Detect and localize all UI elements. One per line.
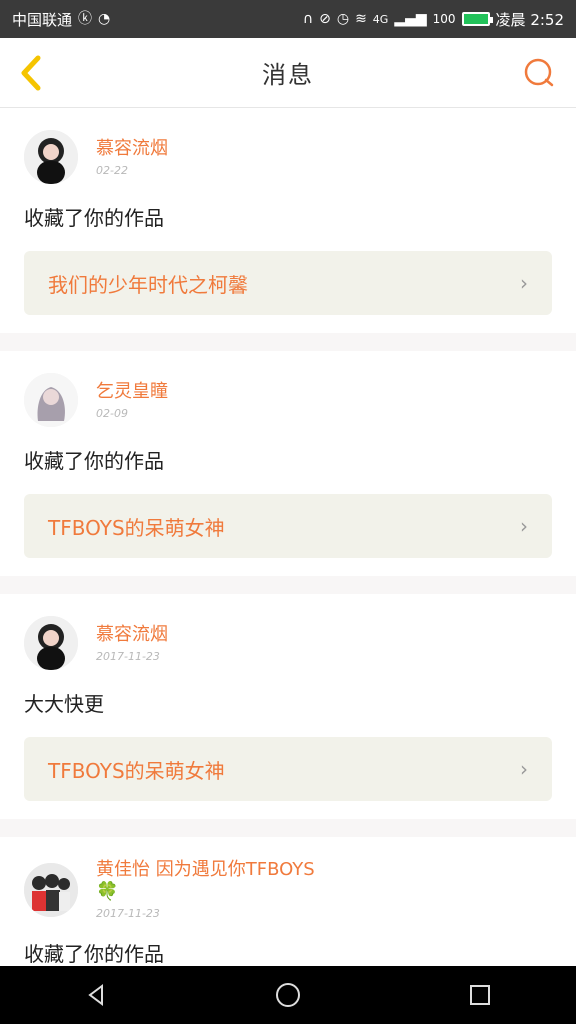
work-title: TFBOYS的呆萌女神 [48, 515, 225, 540]
wechat-icon: ◔ [98, 11, 111, 27]
avatar[interactable] [24, 130, 78, 184]
avatar[interactable] [24, 862, 78, 917]
triangle-back-icon [88, 984, 103, 1006]
message-date: 2017-11-23 [96, 907, 160, 920]
mute-icon: ⊘ [319, 11, 331, 27]
chevron-right-icon: › [520, 514, 528, 538]
recent-apps-button[interactable] [465, 980, 495, 1010]
chevron-right-icon: › [520, 271, 528, 295]
status-right: ∩ ⊘ ◷ ≋ 4G ▂▄▆ 100 凌晨 2:52 [303, 9, 564, 30]
page-title: 消息 [262, 61, 314, 89]
message-card: 慕容流烟 02-22 收藏了你的作品 我们的少年时代之柯馨 › [0, 108, 576, 333]
battery-text: 100 [432, 12, 456, 26]
message-action: 收藏了你的作品 [24, 942, 164, 966]
avatar-image-icon [24, 862, 78, 917]
status-left: 中国联通 ⓚ ◔ [12, 9, 110, 30]
message-date: 02-09 [96, 406, 128, 420]
message-meta: 乞灵皇瞳 02-09 [96, 381, 168, 420]
avatar[interactable] [24, 373, 78, 427]
status-bar: 中国联通 ⓚ ◔ ∩ ⊘ ◷ ≋ 4G ▂▄▆ 100 凌晨 2:52 [0, 0, 576, 38]
section-divider [0, 576, 576, 594]
battery-icon [461, 12, 493, 26]
signal-icon: ▂▄▆ [394, 11, 427, 27]
message-meta: 黄佳怡 因为遇见你TFBOYS 🍀 2017-11-23 [96, 859, 315, 920]
section-divider [0, 819, 576, 837]
message-card: 黄佳怡 因为遇见你TFBOYS 🍀 2017-11-23 收藏了你的作品 [0, 837, 576, 966]
user-name[interactable]: 慕容流烟 [96, 624, 168, 646]
carrier-text: 中国联通 [12, 10, 73, 29]
search-icon [524, 58, 554, 87]
message-header: 黄佳怡 因为遇见你TFBOYS 🍀 2017-11-23 [24, 859, 552, 920]
message-date: 02-22 [96, 163, 128, 177]
work-title: 我们的少年时代之柯馨 [48, 272, 248, 297]
alarm-icon: ◷ [336, 11, 350, 27]
message-meta: 慕容流烟 2017-11-23 [96, 624, 168, 663]
message-date: 2017-11-23 [96, 649, 160, 663]
back-nav-button[interactable] [81, 980, 111, 1010]
user-name[interactable]: 慕容流烟 [96, 138, 168, 160]
notification-icon: ⓚ [78, 11, 93, 27]
top-navbar: 消息 [0, 38, 576, 108]
system-nav-bar [0, 966, 576, 1024]
headphone-icon: ∩ [302, 11, 314, 27]
home-nav-button[interactable] [273, 980, 303, 1010]
time-text: 凌晨 2:52 [495, 10, 564, 29]
message-header: 慕容流烟 2017-11-23 [24, 616, 552, 670]
avatar-image-icon [24, 130, 78, 184]
message-meta: 慕容流烟 02-22 [96, 138, 168, 177]
message-card: 乞灵皇瞳 02-09 收藏了你的作品 TFBOYS的呆萌女神 › [0, 351, 576, 576]
back-button[interactable] [14, 54, 48, 92]
work-title: TFBOYS的呆萌女神 [48, 758, 225, 783]
back-arrow-icon [21, 55, 41, 91]
user-name[interactable]: 乞灵皇瞳 [96, 381, 168, 403]
avatar-image-icon [24, 373, 78, 427]
work-link[interactable]: TFBOYS的呆萌女神 › [24, 494, 552, 558]
avatar[interactable] [24, 616, 78, 670]
message-list: 慕容流烟 02-22 收藏了你的作品 我们的少年时代之柯馨 › 乞灵皇瞳 02-… [0, 108, 576, 966]
message-card: 慕容流烟 2017-11-23 大大快更 TFBOYS的呆萌女神 › [0, 594, 576, 819]
clover-text: 🍀 [96, 881, 119, 902]
user-name[interactable]: 黄佳怡 因为遇见你TFBOYS [96, 859, 315, 881]
circle-home-icon [276, 983, 300, 1007]
avatar-image-icon [24, 616, 78, 670]
message-header: 慕容流烟 02-22 [24, 130, 552, 184]
chevron-right-icon: › [520, 757, 528, 781]
message-action: 收藏了你的作品 [24, 449, 164, 473]
message-action: 收藏了你的作品 [24, 206, 164, 230]
wifi-icon: ≋ [355, 11, 367, 27]
message-header: 乞灵皇瞳 02-09 [24, 373, 552, 427]
search-button[interactable] [522, 56, 556, 90]
work-link[interactable]: 我们的少年时代之柯馨 › [24, 251, 552, 315]
message-action: 大大快更 [24, 692, 104, 716]
square-recent-icon [470, 985, 490, 1005]
section-divider [0, 333, 576, 351]
network-text: 4G [372, 12, 389, 26]
work-link[interactable]: TFBOYS的呆萌女神 › [24, 737, 552, 801]
